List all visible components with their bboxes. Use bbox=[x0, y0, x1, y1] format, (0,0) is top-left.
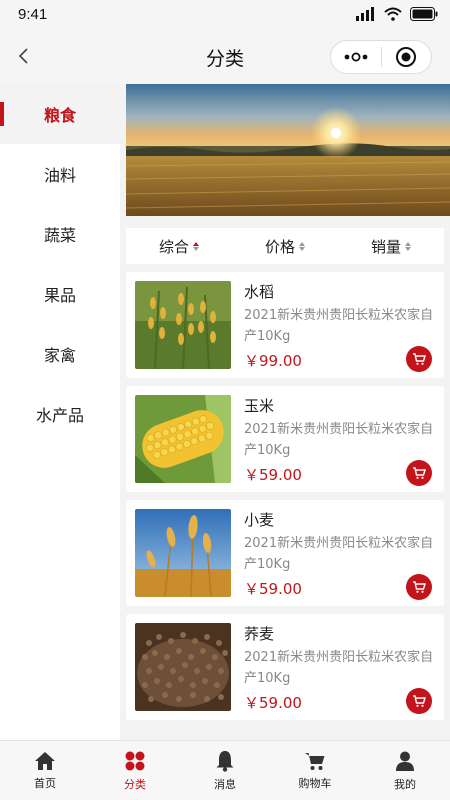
tab-category-label: 分类 bbox=[124, 777, 146, 791]
category-icon bbox=[125, 751, 145, 770]
sort-arrows-icon bbox=[193, 241, 199, 251]
sidebar-item-fruit[interactable]: 果品 bbox=[0, 264, 120, 324]
battery-icon bbox=[410, 7, 438, 21]
bottom-tab-bar: 首页 分类 消息 购物车 我的 bbox=[0, 740, 450, 800]
tab-category[interactable]: 分类 bbox=[90, 741, 180, 800]
product-name: 小麦 bbox=[244, 511, 275, 529]
status-icons bbox=[356, 7, 438, 21]
more-button[interactable] bbox=[331, 41, 381, 73]
cart-icon bbox=[413, 695, 426, 707]
tab-home[interactable]: 首页 bbox=[0, 741, 90, 800]
user-icon bbox=[396, 751, 414, 771]
wifi-icon bbox=[384, 7, 402, 21]
cart-icon bbox=[305, 752, 325, 770]
product-name: 玉米 bbox=[244, 397, 275, 415]
cart-icon bbox=[413, 581, 426, 593]
tab-messages-label: 消息 bbox=[214, 777, 236, 791]
more-dots-icon bbox=[344, 52, 368, 62]
tab-home-label: 首页 bbox=[34, 776, 56, 790]
status-time: 9:41 bbox=[18, 6, 48, 23]
product-image-rice bbox=[135, 281, 231, 369]
tab-profile[interactable]: 我的 bbox=[360, 741, 450, 800]
sidebar-item-oilseed[interactable]: 油料 bbox=[0, 144, 120, 204]
product-description: 2021新米贵州贵阳长粒米农家自产10Kg bbox=[244, 536, 434, 572]
product-card[interactable]: 水稻 2021新米贵州贵阳长粒米农家自产10Kg ￥99.00 bbox=[126, 272, 444, 378]
status-bar: 9:41 bbox=[0, 0, 450, 30]
add-to-cart-button[interactable] bbox=[406, 688, 432, 714]
sort-price-label: 价格 bbox=[264, 237, 295, 256]
cart-icon bbox=[413, 467, 426, 479]
product-card[interactable]: 小麦 2021新米贵州贵阳长粒米农家自产10Kg ￥59.00 bbox=[126, 500, 444, 606]
category-sidebar: 粮食 油料 蔬菜 果品 家禽 水产品 bbox=[0, 84, 120, 740]
product-price: ￥59.00 bbox=[244, 694, 302, 712]
category-banner[interactable] bbox=[126, 84, 450, 216]
mini-program-capsule bbox=[330, 40, 432, 74]
signal-icon bbox=[356, 7, 374, 21]
sort-sales-label: 销量 bbox=[370, 237, 401, 256]
sidebar-item-grain[interactable]: 粮食 bbox=[0, 84, 120, 144]
sunset-field-image bbox=[126, 84, 450, 216]
product-price: ￥99.00 bbox=[244, 352, 302, 370]
close-mini-program-button[interactable] bbox=[381, 41, 431, 73]
add-to-cart-button[interactable] bbox=[406, 574, 432, 600]
tab-messages[interactable]: 消息 bbox=[180, 741, 270, 800]
tab-cart-label: 购物车 bbox=[298, 776, 332, 790]
sidebar-item-poultry[interactable]: 家禽 bbox=[0, 324, 120, 384]
product-content: 综合 价格 销量 水稻 2021新米贵州贵阳长粒米农家自产10Kg ￥99.00… bbox=[126, 84, 450, 740]
cart-icon bbox=[413, 353, 426, 365]
navigation-bar: 分类 bbox=[0, 30, 450, 84]
product-description: 2021新米贵州贵阳长粒米农家自产10Kg bbox=[244, 308, 434, 344]
product-image-corn bbox=[135, 395, 231, 483]
sort-bar: 综合 价格 销量 bbox=[126, 228, 444, 264]
sidebar-item-aquatic[interactable]: 水产品 bbox=[0, 384, 120, 444]
product-price: ￥59.00 bbox=[244, 466, 302, 484]
home-icon bbox=[35, 751, 55, 770]
product-name: 水稻 bbox=[244, 283, 275, 301]
sort-overall-label: 综合 bbox=[158, 237, 189, 256]
add-to-cart-button[interactable] bbox=[406, 460, 432, 486]
sort-price[interactable]: 价格 bbox=[232, 236, 338, 257]
product-image-buckwheat bbox=[135, 623, 231, 711]
sort-arrows-icon bbox=[405, 241, 411, 251]
product-image-wheat bbox=[135, 509, 231, 597]
tab-profile-label: 我的 bbox=[394, 777, 416, 791]
product-card[interactable]: 玉米 2021新米贵州贵阳长粒米农家自产10Kg ￥59.00 bbox=[126, 386, 444, 492]
sort-sales[interactable]: 销量 bbox=[338, 236, 444, 257]
product-description: 2021新米贵州贵阳长粒米农家自产10Kg bbox=[244, 422, 434, 458]
product-list: 水稻 2021新米贵州贵阳长粒米农家自产10Kg ￥99.00 玉米 2021新… bbox=[126, 272, 450, 720]
bell-icon bbox=[216, 750, 234, 772]
add-to-cart-button[interactable] bbox=[406, 346, 432, 372]
product-card[interactable]: 荞麦 2021新米贵州贵阳长粒米农家自产10Kg ￥59.00 bbox=[126, 614, 444, 720]
sort-overall[interactable]: 综合 bbox=[126, 236, 232, 257]
product-price: ￥59.00 bbox=[244, 580, 302, 598]
sidebar-item-vegetables[interactable]: 蔬菜 bbox=[0, 204, 120, 264]
product-name: 荞麦 bbox=[244, 625, 275, 643]
product-description: 2021新米贵州贵阳长粒米农家自产10Kg bbox=[244, 650, 434, 686]
target-close-icon bbox=[396, 47, 417, 67]
sort-arrows-icon bbox=[299, 241, 305, 251]
tab-cart[interactable]: 购物车 bbox=[270, 741, 360, 800]
